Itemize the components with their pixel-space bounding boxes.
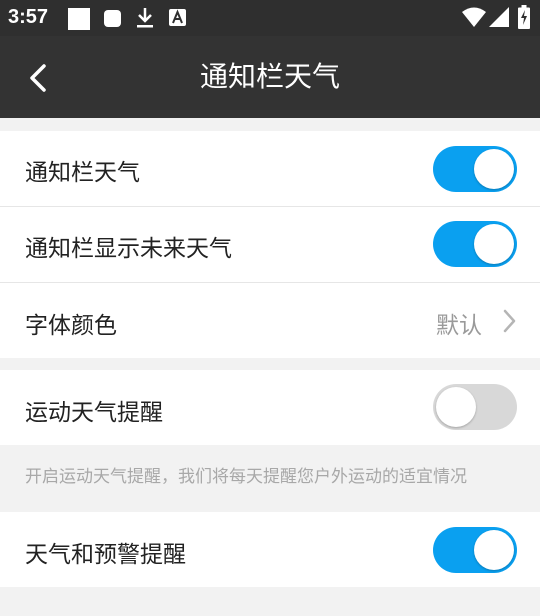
setting-row-font-color[interactable]: 字体颜色 默认 <box>0 283 540 358</box>
rounded-square-icon <box>104 10 121 27</box>
future-weather-toggle[interactable] <box>433 221 517 267</box>
sport-hint-text: 开启运动天气提醒，我们将每天提醒您户外运动的适宜情况 <box>25 467 467 487</box>
sport-weather-toggle[interactable] <box>433 384 517 430</box>
title-bar: 通知栏天气 <box>0 36 540 118</box>
status-time: 3:57 <box>8 6 49 28</box>
toggle-knob <box>474 224 514 264</box>
setting-label: 通知栏天气 <box>25 160 140 186</box>
settings-group-warning: 天气和预警提醒 <box>0 512 540 587</box>
chevron-right-icon <box>503 309 516 333</box>
setting-row-notification-weather: 通知栏天气 <box>0 131 540 206</box>
setting-row-warning: 天气和预警提醒 <box>0 512 540 587</box>
toggle-knob <box>436 387 476 427</box>
font-a-icon <box>169 9 186 26</box>
page-title: 通知栏天气 <box>199 60 340 93</box>
back-button[interactable] <box>22 58 58 98</box>
setting-label: 通知栏显示未来天气 <box>25 236 232 262</box>
notification-weather-toggle[interactable] <box>433 146 517 192</box>
battery-charging-icon <box>518 5 530 29</box>
setting-row-sport-weather: 运动天气提醒 <box>0 370 540 445</box>
settings-group-notification: 通知栏天气 通知栏显示未来天气 字体颜色 默认 <box>0 131 540 358</box>
chevron-left-icon <box>30 64 46 92</box>
setting-label: 运动天气提醒 <box>25 400 163 426</box>
setting-label: 字体颜色 <box>25 313 117 339</box>
toggle-knob <box>474 149 514 189</box>
notification-square-icon <box>68 8 90 30</box>
wifi-icon <box>462 7 486 27</box>
signal-icon <box>489 7 509 27</box>
toggle-knob <box>474 530 514 570</box>
warning-toggle[interactable] <box>433 527 517 573</box>
setting-row-future-weather: 通知栏显示未来天气 <box>0 207 540 282</box>
setting-label: 天气和预警提醒 <box>25 542 186 568</box>
settings-group-sport: 运动天气提醒 <box>0 370 540 445</box>
download-icon <box>137 8 153 28</box>
font-color-value: 默认 <box>436 313 482 339</box>
status-bar: 3:57 <box>0 0 540 36</box>
